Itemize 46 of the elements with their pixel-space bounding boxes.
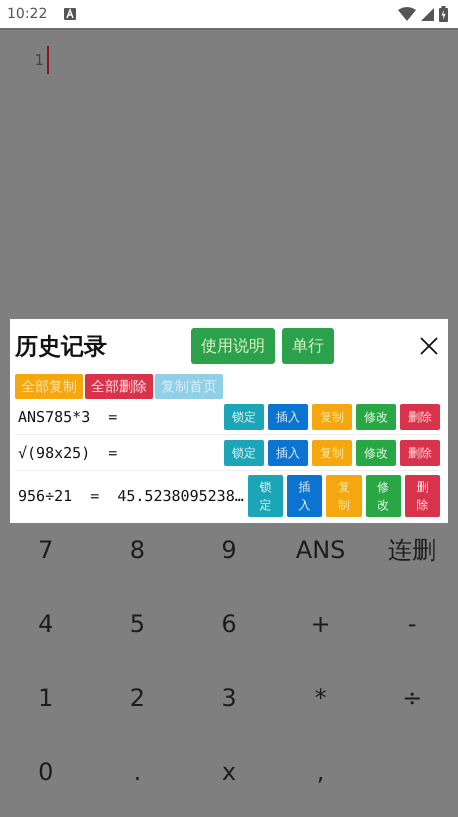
history-expression: 956÷21 = 45.5238095238… xyxy=(17,487,244,505)
action-button[interactable]: 删除 xyxy=(400,440,440,466)
keypad-key[interactable]: 4 xyxy=(38,604,54,644)
keypad-key[interactable]: * xyxy=(314,678,327,718)
keypad-key[interactable]: ÷ xyxy=(402,678,422,718)
keypad-key[interactable]: 5 xyxy=(130,604,146,644)
keypad-key[interactable]: 6 xyxy=(221,604,237,644)
wifi-icon xyxy=(398,7,416,21)
keypad-key[interactable]: 9 xyxy=(221,530,237,570)
action-button[interactable]: 插入 xyxy=(268,404,308,430)
keypad-key[interactable]: 1 xyxy=(38,678,54,718)
toolbar-button[interactable]: 全部删除 xyxy=(85,374,153,399)
keypad-key[interactable]: ANS xyxy=(296,530,346,570)
keypad-key[interactable]: x xyxy=(222,752,236,792)
keypad-key[interactable]: . xyxy=(134,752,142,792)
keypad-key[interactable]: - xyxy=(408,604,417,644)
dialog-title: 历史记录 xyxy=(15,332,108,362)
action-button[interactable]: 插入 xyxy=(268,440,308,466)
close-icon[interactable] xyxy=(420,337,438,355)
keypad-key[interactable]: 2 xyxy=(130,678,146,718)
action-button[interactable]: 删除 xyxy=(404,475,440,517)
keypad-key[interactable]: 连删 xyxy=(388,530,436,570)
keypad-key[interactable]: , xyxy=(316,752,324,792)
action-button[interactable]: 修改 xyxy=(366,475,401,517)
action-button[interactable]: 锁定 xyxy=(224,440,264,466)
header-button[interactable]: 使用说明 xyxy=(191,328,275,364)
action-button[interactable]: 修改 xyxy=(356,440,396,466)
line-number: 1 xyxy=(33,51,44,69)
history-expression: √(98x25) = xyxy=(17,444,118,462)
history-expression: ANS785*3 = xyxy=(17,408,118,426)
signal-icon xyxy=(421,8,434,20)
keypad-key[interactable]: + xyxy=(310,604,331,644)
text-cursor xyxy=(47,46,49,74)
keypad-key[interactable]: 8 xyxy=(130,530,146,570)
action-button[interactable]: 锁定 xyxy=(248,475,283,517)
keypad-key[interactable]: 7 xyxy=(38,530,54,570)
action-button[interactable]: 修改 xyxy=(356,404,396,430)
keyboard-notification-icon xyxy=(64,8,76,20)
status-time: 10:22 xyxy=(7,6,48,22)
action-button[interactable]: 锁定 xyxy=(224,404,264,430)
action-button[interactable]: 插入 xyxy=(287,475,322,517)
keypad-key[interactable]: 0 xyxy=(38,752,54,792)
battery-icon xyxy=(439,6,448,22)
header-button[interactable]: 单行 xyxy=(282,328,334,364)
keypad-key[interactable]: 3 xyxy=(221,678,237,718)
action-button[interactable]: 删除 xyxy=(400,404,440,430)
